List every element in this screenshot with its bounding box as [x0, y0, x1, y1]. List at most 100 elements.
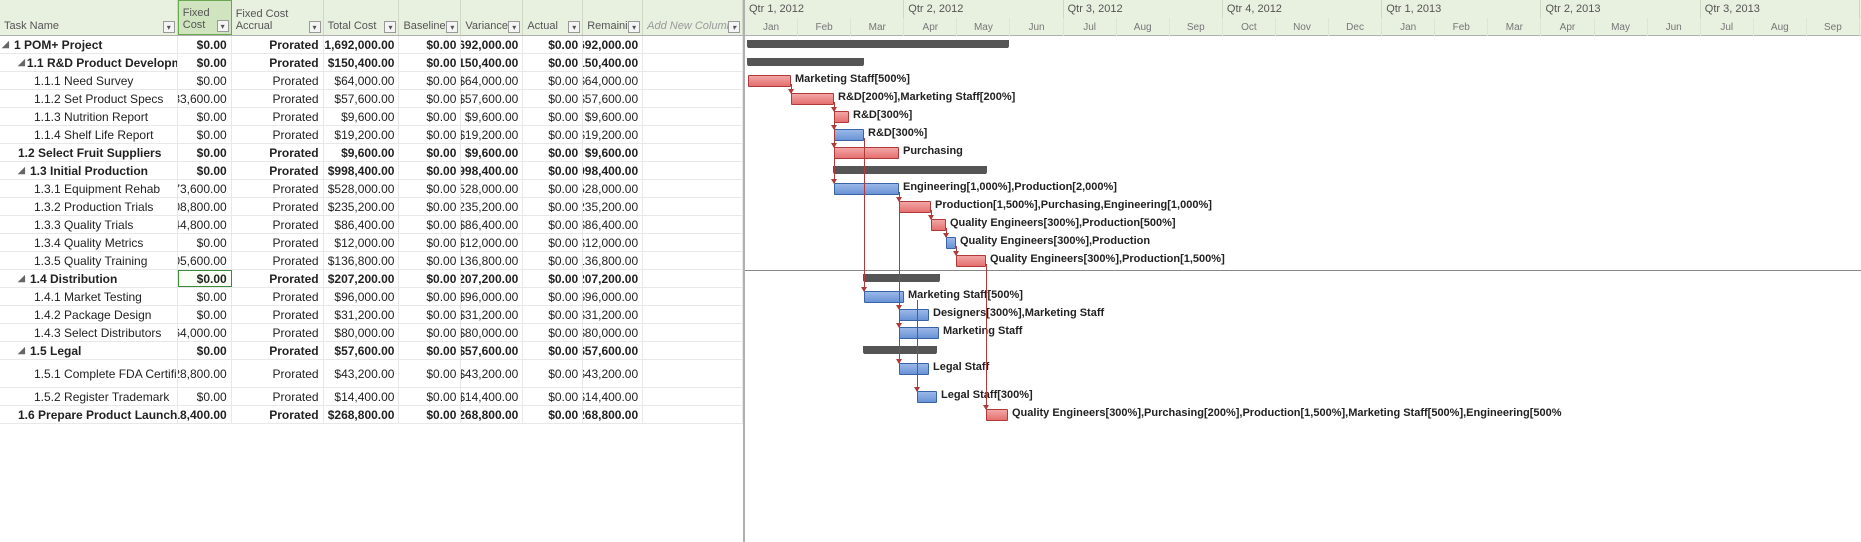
- task-name-cell[interactable]: 1.1.1 Need Survey: [0, 72, 178, 89]
- expand-icon[interactable]: ◢: [18, 273, 28, 284]
- table-row[interactable]: 1.3.2 Production Trials208,800.00Prorate…: [0, 198, 743, 216]
- grid-body[interactable]: ◢1 POM+ Project$0.00Prorated$1,692,000.0…: [0, 36, 743, 542]
- cost-cell[interactable]: $9,600.00: [583, 108, 643, 125]
- task-name-cell[interactable]: 1.6 Prepare Product Launch: [0, 406, 178, 423]
- cost-cell[interactable]: $96,000.00: [324, 288, 400, 305]
- cost-cell[interactable]: $31,200.00: [583, 306, 643, 323]
- cost-cell[interactable]: $0.00: [523, 306, 583, 323]
- cost-cell[interactable]: $0.00: [399, 288, 461, 305]
- table-row[interactable]: 1.4.3 Select Distributors$64,000.00Prora…: [0, 324, 743, 342]
- cost-cell[interactable]: $528,000.00: [324, 180, 400, 197]
- chevron-down-icon[interactable]: ▾: [628, 21, 640, 33]
- cost-cell[interactable]: Prorated: [232, 126, 324, 143]
- cost-cell[interactable]: $80,000.00: [324, 324, 400, 341]
- table-row[interactable]: 1.2 Select Fruit Suppliers$0.00Prorated$…: [0, 144, 743, 162]
- cost-cell[interactable]: $0.00: [523, 36, 583, 53]
- cost-cell[interactable]: $64,000.00: [583, 72, 643, 89]
- cost-cell[interactable]: $96,000.00: [583, 288, 643, 305]
- table-row[interactable]: 1.1.1 Need Survey$0.00Prorated$64,000.00…: [0, 72, 743, 90]
- cost-cell[interactable]: Prorated: [232, 324, 324, 341]
- cost-cell[interactable]: $0.00: [399, 198, 461, 215]
- chevron-down-icon[interactable]: ▾: [384, 21, 396, 33]
- task-name-cell[interactable]: 1.3.3 Quality Trials: [0, 216, 178, 233]
- cost-cell[interactable]: $0.00: [523, 144, 583, 161]
- cost-cell[interactable]: $86,400.00: [583, 216, 643, 233]
- cost-cell[interactable]: 208,800.00: [178, 198, 232, 215]
- cost-cell[interactable]: Prorated: [232, 270, 324, 287]
- cost-cell[interactable]: Prorated: [232, 54, 324, 71]
- cost-cell[interactable]: $9,600.00: [461, 144, 523, 161]
- col-actual[interactable]: Actual▾: [523, 0, 583, 35]
- cost-cell[interactable]: Prorated: [232, 234, 324, 251]
- task-name-cell[interactable]: 1.3.2 Production Trials: [0, 198, 178, 215]
- cost-cell[interactable]: $28,800.00: [178, 360, 232, 387]
- cost-cell[interactable]: 150,400.00: [583, 54, 643, 71]
- cost-cell[interactable]: $0.00: [178, 126, 232, 143]
- table-row[interactable]: 1.1.4 Shelf Life Report$0.00Prorated$19,…: [0, 126, 743, 144]
- cost-cell[interactable]: $0.00: [399, 234, 461, 251]
- cost-cell[interactable]: $0.00: [523, 180, 583, 197]
- cost-cell[interactable]: $96,000.00: [461, 288, 523, 305]
- cost-cell[interactable]: $14,400.00: [583, 388, 643, 405]
- cost-cell[interactable]: 528,000.00: [583, 180, 643, 197]
- task-name-cell[interactable]: ◢1 POM+ Project: [0, 36, 178, 53]
- cost-cell[interactable]: Prorated: [232, 388, 324, 405]
- col-variance[interactable]: Variance▾: [461, 0, 523, 35]
- cost-cell[interactable]: $0.00: [399, 270, 461, 287]
- cost-cell[interactable]: $0.00: [523, 54, 583, 71]
- cost-cell[interactable]: $64,000.00: [324, 72, 400, 89]
- cost-cell[interactable]: $0.00: [399, 306, 461, 323]
- cost-cell[interactable]: $0.00: [178, 36, 232, 53]
- task-name-cell[interactable]: 1.3.4 Quality Metrics: [0, 234, 178, 251]
- table-row[interactable]: ◢1.3 Initial Production$0.00Prorated$998…: [0, 162, 743, 180]
- table-row[interactable]: 1.3.3 Quality Trials$44,800.00Prorated$8…: [0, 216, 743, 234]
- cost-cell[interactable]: $0.00: [523, 270, 583, 287]
- cost-cell[interactable]: $0.00: [178, 388, 232, 405]
- cost-cell[interactable]: $57,600.00: [583, 90, 643, 107]
- cost-cell[interactable]: $998,400.00: [461, 162, 523, 179]
- task-name-cell[interactable]: ◢1.5 Legal: [0, 342, 178, 359]
- task-grid[interactable]: Task Name▾ Fixed Cost▾ Fixed Cost Accrua…: [0, 0, 745, 542]
- cost-cell[interactable]: $12,000.00: [583, 234, 643, 251]
- cost-cell[interactable]: Prorated: [232, 360, 324, 387]
- expand-icon[interactable]: ◢: [18, 345, 28, 356]
- cost-cell[interactable]: $207,200.00: [461, 270, 523, 287]
- table-row[interactable]: 1.3.4 Quality Metrics $0.00 Prorated $12,00…: [0, 234, 743, 252]
- task-name-cell[interactable]: 1.3.1 Equipment Rehab: [0, 180, 178, 197]
- cost-cell[interactable]: $150,400.00: [324, 54, 400, 71]
- table-row[interactable]: 1.1.3 Nutrition Report$0.00Prorated$9,60…: [0, 108, 743, 126]
- cost-cell[interactable]: $31,200.00: [324, 306, 400, 323]
- task-name-cell[interactable]: 1.4.3 Select Distributors: [0, 324, 178, 341]
- task-name-cell[interactable]: 1.3.5 Quality Training: [0, 252, 178, 269]
- cost-cell[interactable]: $235,200.00: [461, 198, 523, 215]
- cost-cell[interactable]: Prorated: [232, 288, 324, 305]
- table-row[interactable]: 1.4.2 Package Design$0.00Prorated$31,200…: [0, 306, 743, 324]
- table-row[interactable]: 1.4.1 Market Testing$0.00Prorated$96,000…: [0, 288, 743, 306]
- cost-cell[interactable]: 235,200.00: [583, 198, 643, 215]
- table-row[interactable]: ◢1.4 Distribution$0.00Prorated$207,200.0…: [0, 270, 743, 288]
- chevron-down-icon[interactable]: ▾: [508, 21, 520, 33]
- cost-cell[interactable]: $0.00: [523, 388, 583, 405]
- table-row[interactable]: 1.5.2 Register Trademark$0.00Prorated$14…: [0, 388, 743, 406]
- cost-cell[interactable]: $14,400.00: [461, 388, 523, 405]
- cost-cell[interactable]: 136,800.00: [583, 252, 643, 269]
- cost-cell[interactable]: $12,000.00: [461, 234, 523, 251]
- cost-cell[interactable]: $0.00: [399, 342, 461, 359]
- cost-cell[interactable]: $0.00: [523, 406, 583, 423]
- cost-cell[interactable]: Prorated: [232, 216, 324, 233]
- col-fixed-cost-accrual[interactable]: Fixed Cost Accrual▾: [232, 0, 324, 35]
- cost-cell[interactable]: $80,000.00: [583, 324, 643, 341]
- cost-cell[interactable]: $0.00: [399, 162, 461, 179]
- summary-bar[interactable]: [864, 274, 939, 282]
- cost-cell[interactable]: $207,200.00: [324, 270, 400, 287]
- task-bar[interactable]: [834, 129, 864, 141]
- cost-cell[interactable]: Prorated: [232, 108, 324, 125]
- expand-icon[interactable]: ◢: [18, 57, 25, 68]
- task-bar[interactable]: [864, 291, 904, 303]
- cost-cell[interactable]: $0.00: [399, 108, 461, 125]
- chevron-down-icon[interactable]: ▾: [568, 21, 580, 33]
- col-total-cost[interactable]: Total Cost▾: [324, 0, 400, 35]
- cost-cell[interactable]: $528,000.00: [461, 180, 523, 197]
- cost-cell[interactable]: 692,000.00: [583, 36, 643, 53]
- cost-cell[interactable]: $136,800.00: [324, 252, 400, 269]
